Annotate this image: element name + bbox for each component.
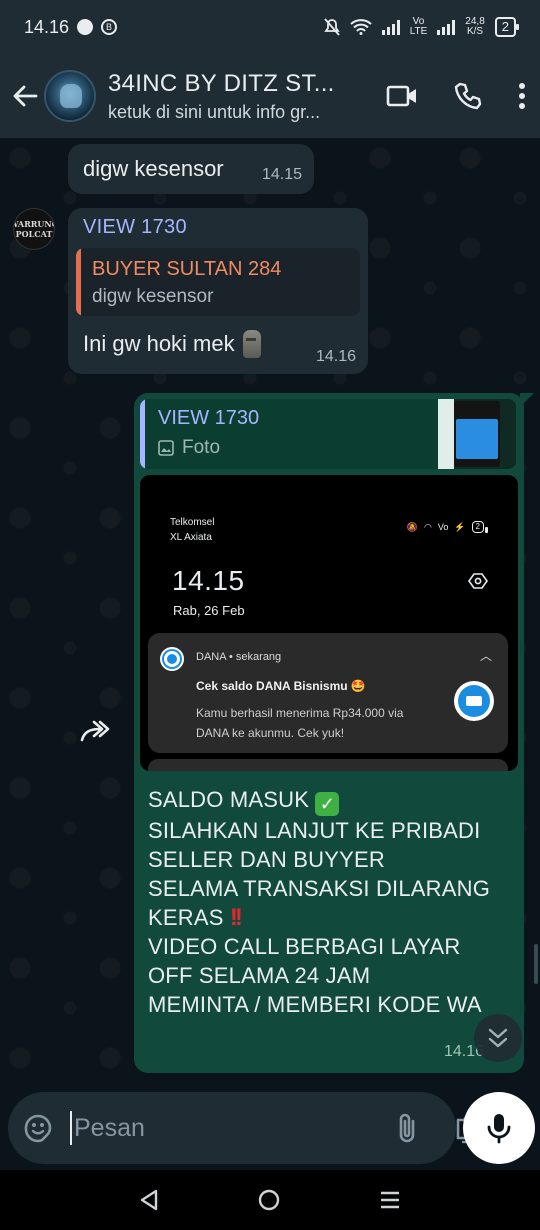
sender-avatar-text-top: WARRUNG	[14, 219, 54, 229]
voice-message-button[interactable]	[463, 1092, 535, 1164]
quoted-sender: BUYER SULTAN 284	[92, 258, 282, 280]
quoted-kind-label: Foto	[182, 437, 221, 458]
forward-icon	[80, 720, 110, 742]
back-arrow-icon	[13, 85, 38, 107]
notification-body: Kamu berhasil menerima Rp34.000 via DANA…	[196, 706, 404, 740]
more-vert-icon	[519, 83, 525, 109]
caption-line: SELAMA TRANSAKSI DILARANG	[148, 876, 491, 901]
message-time: 14.15	[261, 166, 302, 183]
message-text-content: Ini gw hoki mek	[83, 331, 235, 356]
scrollbar[interactable]	[534, 944, 538, 984]
quote-bar	[140, 399, 145, 469]
ss-clock: 14.15	[172, 565, 245, 596]
ss-carrier: Telkomsel XL Axiata	[170, 517, 215, 543]
image-icon	[158, 440, 174, 456]
check-mark-icon: ✓	[315, 792, 340, 816]
image-attachment[interactable]: Telkomsel XL Axiata 🔕 ◠ Vo ⚡ 2 14.15 Rab, 26…	[140, 475, 518, 771]
group-title: 34INC BY DITZ ST...	[108, 69, 335, 97]
signal-icon-2	[437, 19, 456, 35]
chat-header: 34INC BY DITZ ST... ketuk di sini untuk …	[0, 54, 540, 138]
sender-avatar-text-bottom: POLCAT	[15, 229, 53, 239]
quoted-message[interactable]: VIEW 1730 Foto	[140, 399, 516, 469]
notification-title: Cek saldo DANA Bisnismu 🤩	[196, 679, 366, 693]
group-avatar[interactable]	[44, 70, 96, 122]
notification-card-2	[148, 759, 508, 771]
message-caption: SALDO MASUK ✓ SILAHKAN LANJUT KE PRIBADI…	[148, 785, 510, 1019]
caption-line: SILAHKAN LANJUT KE PRIBADI	[148, 818, 481, 843]
status-bar: 14.16 B Vo LTE 24,8 K/S 2	[0, 0, 540, 54]
wifi-icon	[350, 19, 372, 35]
caption-line: SELLER DAN BUYYER	[148, 847, 385, 872]
mic-icon	[487, 1114, 511, 1144]
system-nav-bar	[0, 1170, 540, 1230]
nav-recents-icon	[381, 1191, 399, 1209]
notification-app: DANA • sekarang	[196, 651, 282, 663]
compose-bar	[0, 1088, 540, 1170]
caption-line: VIDEO CALL BERBAGI LAYAR	[148, 934, 461, 959]
chevron-up-icon: ︿	[479, 649, 492, 663]
volte-indicator: Vo LTE	[409, 16, 428, 37]
more-options-button[interactable]	[518, 83, 526, 109]
nav-recents-button[interactable]	[379, 1189, 401, 1211]
caption-line: MEMINTA / MEMBERI KODE WA	[148, 992, 482, 1017]
message-text: Ini gw hoki mek	[83, 330, 261, 358]
phone-icon	[454, 82, 482, 110]
battery-indicator: 2	[494, 17, 520, 37]
ss-status-icons: 🔕 ◠ Vo ⚡ 2	[407, 521, 489, 533]
moai-emoji-icon	[242, 330, 261, 358]
notification-card: DANA • sekarang ︿ Cek saldo DANA Bisnism…	[148, 633, 508, 753]
thumbnail-phone	[454, 401, 500, 467]
status-time: 14.16	[24, 16, 70, 37]
quoted-sender: VIEW 1730	[158, 407, 260, 429]
back-button[interactable]	[10, 76, 40, 116]
quoted-text: digw kesensor	[92, 286, 214, 307]
forward-button[interactable]	[78, 716, 114, 746]
dana-icon	[160, 647, 184, 671]
nav-home-button[interactable]	[257, 1188, 281, 1212]
sticker-icon	[24, 1114, 52, 1143]
message-input[interactable]	[70, 1111, 396, 1145]
mute-icon	[324, 18, 340, 36]
nav-home-icon	[258, 1189, 280, 1211]
scroll-to-bottom-button[interactable]	[474, 1014, 522, 1062]
message-bubble-reply[interactable]: VIEW 1730 BUYER SULTAN 284 digw kesensor…	[68, 208, 368, 374]
b-badge-icon: B	[101, 19, 118, 35]
attach-icon	[399, 1113, 415, 1143]
quoted-kind: Foto	[158, 437, 220, 459]
double-exclamation-icon: !!	[229, 904, 243, 931]
chat-bubble-icon	[77, 19, 94, 35]
group-info[interactable]: 34INC BY DITZ ST... ketuk di sini untuk …	[108, 70, 376, 123]
thumbnail-panel	[438, 399, 454, 469]
group-subtitle: ketuk di sini untuk info gr...	[108, 101, 321, 122]
outgoing-message-bubble[interactable]: VIEW 1730 Foto Telkomsel XL Axiata 🔕 ◠ Vo ⚡…	[134, 393, 534, 1073]
quoted-message[interactable]: BUYER SULTAN 284 digw kesensor	[76, 248, 360, 316]
caption-line: OFF SELAMA 24 JAM	[148, 963, 371, 988]
message-bubble[interactable]: digw kesensor 14.15	[68, 144, 314, 194]
settings-icon	[468, 573, 488, 589]
video-call-icon	[386, 85, 416, 107]
nav-back-button[interactable]	[139, 1189, 159, 1211]
chevron-double-down-icon	[488, 1028, 508, 1048]
net-speed: 24,8 K/S	[465, 16, 485, 37]
nav-back-icon	[140, 1189, 158, 1211]
dana-badge-icon	[454, 681, 494, 721]
attach-button[interactable]	[396, 1112, 418, 1144]
sticker-button[interactable]	[22, 1112, 54, 1144]
compose-pill	[8, 1092, 490, 1164]
voice-call-button[interactable]	[454, 82, 482, 110]
caption-line: SALDO MASUK	[148, 787, 310, 812]
video-call-button[interactable]	[386, 84, 418, 108]
quote-bar	[76, 248, 81, 316]
sender-name[interactable]: VIEW 1730	[83, 216, 187, 239]
quoted-thumbnail	[438, 399, 516, 469]
bubble-tail	[520, 393, 534, 407]
sender-avatar[interactable]: WARRUNG POLCAT	[13, 208, 55, 250]
message-time: 14.16	[315, 348, 356, 365]
chat-area[interactable]: digw kesensor 14.15 WARRUNG POLCAT VIEW …	[0, 138, 540, 1088]
ss-date: Rab, 26 Feb	[173, 603, 245, 618]
message-text: digw kesensor	[83, 156, 224, 181]
signal-icon	[381, 19, 400, 35]
caption-line: KERAS	[148, 905, 224, 930]
